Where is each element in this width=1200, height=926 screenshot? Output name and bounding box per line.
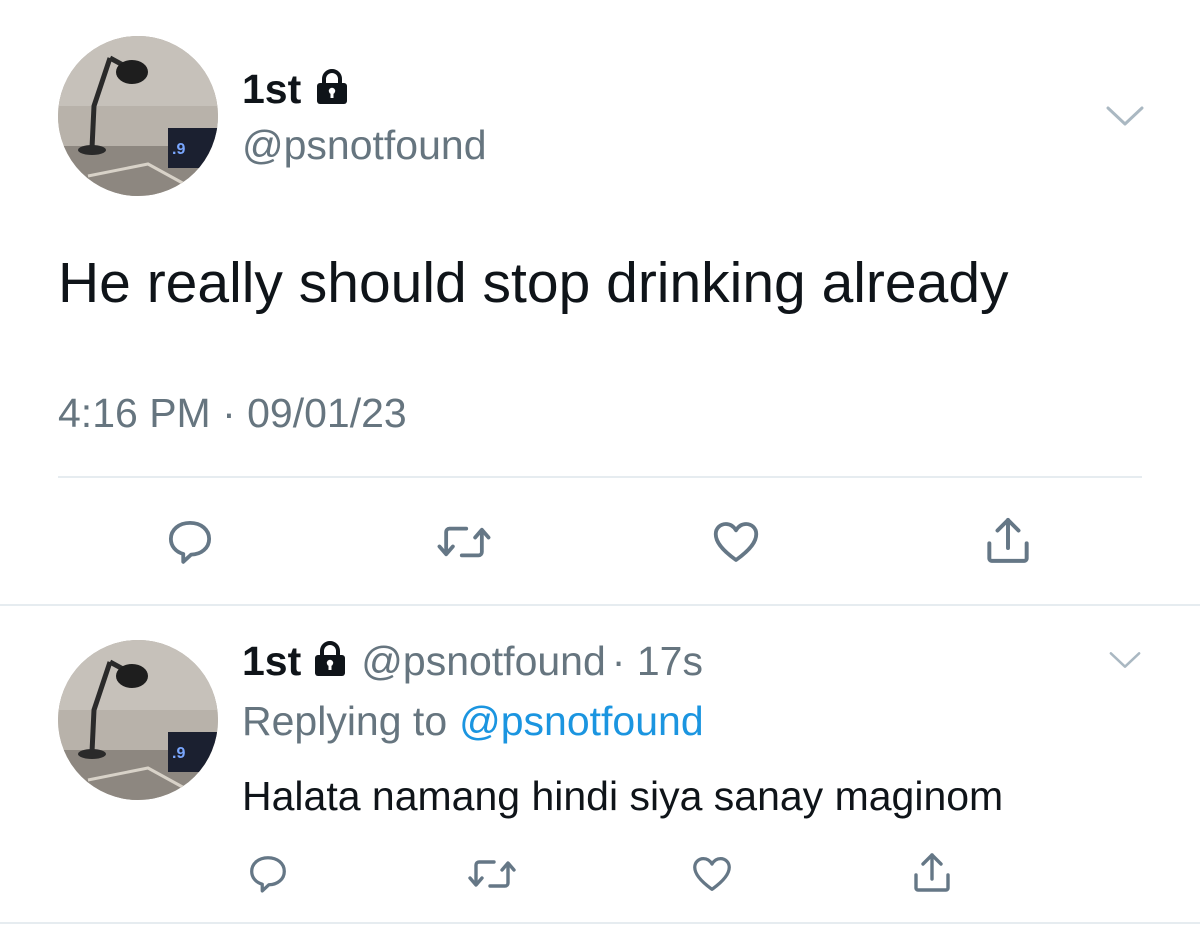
lock-icon	[313, 640, 347, 682]
handle-row: @psnotfound	[242, 120, 487, 170]
reply-author-handle[interactable]: @psnotfound	[361, 638, 606, 685]
reply-age: · 17s	[611, 637, 703, 684]
author-name[interactable]: 1st	[242, 66, 301, 113]
share-button[interactable]	[976, 510, 1040, 572]
share-icon	[987, 518, 1029, 563]
heart-icon	[693, 857, 731, 891]
svg-text:.9: .9	[172, 141, 185, 158]
divider	[58, 476, 1142, 478]
chevron-down-icon[interactable]	[1105, 104, 1145, 128]
reply-text: Halata namang hindi siya sanay maginom	[242, 773, 1004, 819]
replying-to-line: Replying to @psnotfound	[242, 696, 704, 746]
retweet-button[interactable]	[432, 512, 496, 572]
tweet-author: 1st	[242, 64, 349, 114]
svg-text:.9: .9	[172, 745, 185, 762]
chevron-down-icon[interactable]	[1108, 650, 1142, 670]
replying-to-label: Replying to	[242, 697, 448, 744]
lock-icon	[315, 68, 349, 110]
reply-share-button[interactable]	[904, 846, 960, 900]
avatar[interactable]: .9	[58, 36, 218, 196]
reply-retweet-button[interactable]	[464, 848, 520, 900]
share-icon	[914, 853, 950, 892]
heart-icon	[713, 522, 759, 562]
section-divider	[0, 604, 1200, 606]
reply-avatar[interactable]: .9	[58, 640, 218, 800]
retweet-icon	[468, 860, 516, 888]
tweet-text: He really should stop drinking already	[58, 251, 1009, 315]
desk-lamp-photo: .9	[58, 640, 218, 800]
desk-lamp-photo: .9	[58, 36, 218, 196]
reply-icon	[250, 856, 286, 893]
reply-button[interactable]	[160, 512, 220, 572]
bottom-divider	[0, 922, 1200, 924]
retweet-icon	[437, 526, 491, 558]
reply-author-name[interactable]: 1st	[242, 638, 301, 685]
reply-icon	[168, 520, 212, 564]
reply-reply-button[interactable]	[242, 848, 294, 900]
like-button[interactable]	[704, 512, 768, 572]
tweet-timestamp[interactable]: 4:16 PM · 09/01/23	[58, 388, 407, 438]
replying-to-link[interactable]: @psnotfound	[459, 698, 704, 745]
reply-like-button[interactable]	[684, 848, 740, 900]
reply-author: 1st @psnotfound · 17s	[242, 636, 703, 686]
author-handle[interactable]: @psnotfound	[242, 122, 487, 169]
